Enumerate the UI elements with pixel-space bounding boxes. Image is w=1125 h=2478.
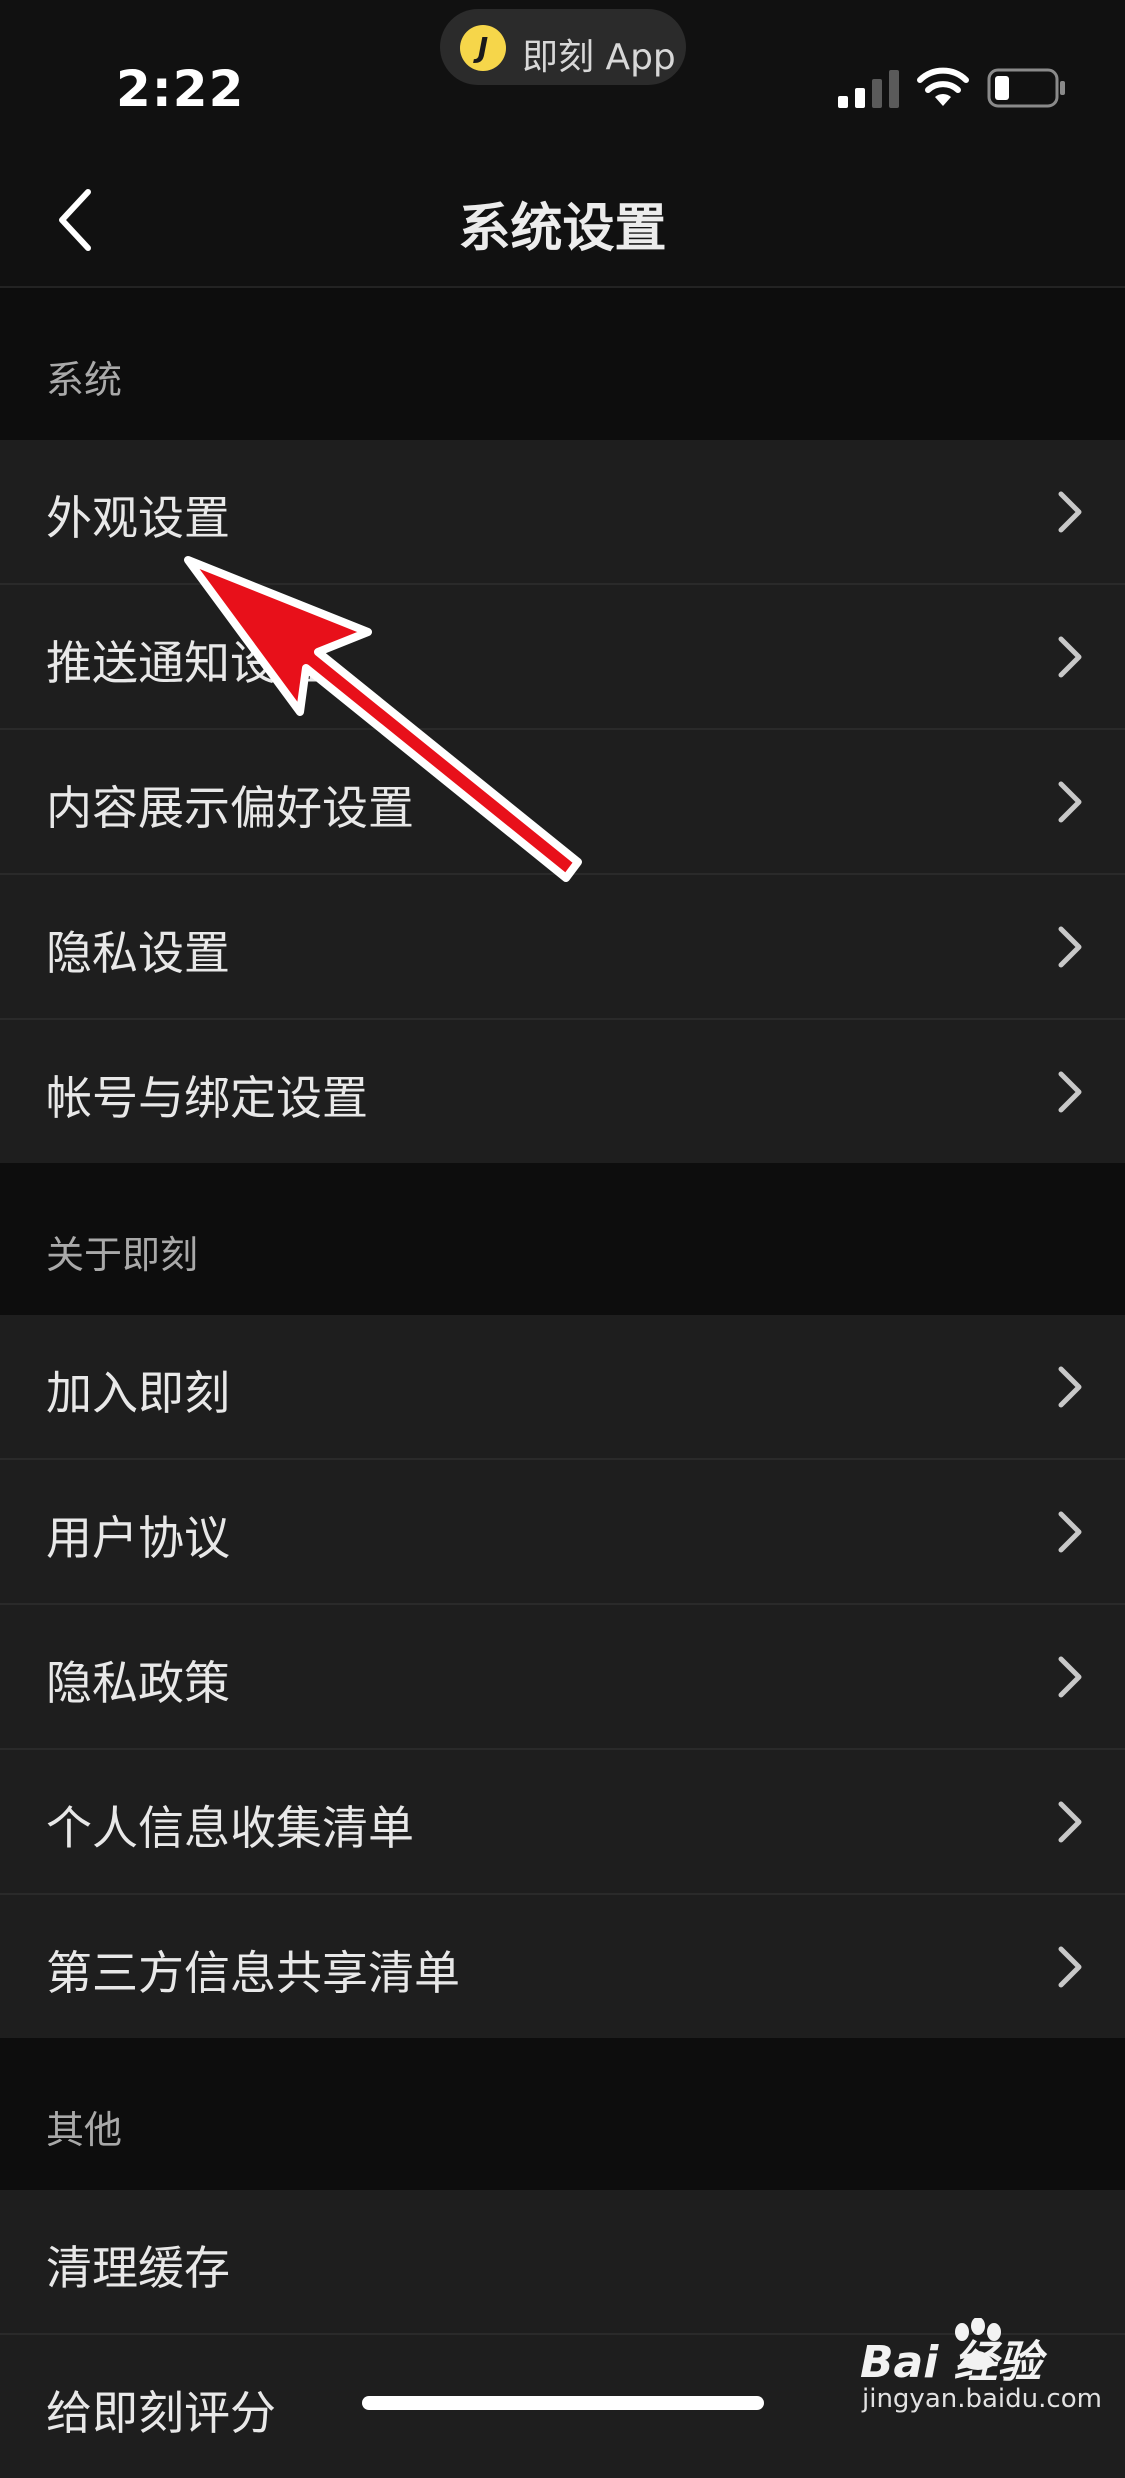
chevron-right-icon [1058, 926, 1082, 968]
section-header-label: 关于即刻 [46, 1233, 199, 1277]
row-personal-info-collection-list[interactable]: 个人信息收集清单 [0, 1750, 1125, 1895]
row-label: 帐号与绑定设置 [46, 1071, 368, 1125]
chevron-right-icon [1058, 491, 1082, 533]
chevron-right-icon [1058, 781, 1082, 823]
section-about: 加入即刻 用户协议 隐私政策 个人信息收集清单 第三方信息共享清单 [0, 1315, 1125, 2038]
chevron-right-icon [1058, 1366, 1082, 1408]
row-label: 隐私政策 [46, 1656, 230, 1710]
cellular-signal-icon [838, 70, 899, 108]
row-label: 加入即刻 [46, 1366, 230, 1420]
row-privacy-settings[interactable]: 隐私设置 [0, 875, 1125, 1020]
app-logo-icon: J [460, 25, 506, 71]
row-user-agreement[interactable]: 用户协议 [0, 1460, 1125, 1605]
status-bar: 2:22 J 即刻 App [0, 0, 1125, 150]
watermark-url: jingyan.baidu.com [862, 2384, 1102, 2414]
row-privacy-policy[interactable]: 隐私政策 [0, 1605, 1125, 1750]
section-system: 外观设置 推送通知设置 内容展示偏好设置 隐私设置 帐号与绑定设置 [0, 440, 1125, 1163]
app-pill[interactable]: J 即刻 App [440, 9, 686, 85]
row-appearance-settings[interactable]: 外观设置 [0, 440, 1125, 585]
baidu-jingyan-watermark: Bai 经验 jingyan.baidu.com [860, 2318, 1110, 2428]
chevron-right-icon [1058, 1946, 1082, 1988]
chevron-right-icon [1058, 636, 1082, 678]
home-indicator [362, 2396, 764, 2410]
row-label: 清理缓存 [46, 2241, 230, 2295]
status-time: 2:22 [116, 60, 245, 118]
row-label: 推送通知设置 [46, 636, 322, 690]
row-content-display-preferences[interactable]: 内容展示偏好设置 [0, 730, 1125, 875]
section-header-label: 系统 [46, 358, 123, 402]
section-header-about: 关于即刻 [0, 1163, 1125, 1315]
navigation-bar: 系统设置 [0, 150, 1125, 288]
row-label: 个人信息收集清单 [46, 1801, 414, 1855]
settings-list: 系统 外观设置 推送通知设置 内容展示偏好设置 隐私设置 帐号与绑定设置 关于即… [0, 288, 1125, 2478]
row-clear-cache[interactable]: 清理缓存 [0, 2190, 1125, 2335]
row-label: 隐私设置 [46, 926, 230, 980]
row-join-jike[interactable]: 加入即刻 [0, 1315, 1125, 1460]
section-header-other: 其他 [0, 2038, 1125, 2190]
row-label: 内容展示偏好设置 [46, 781, 414, 835]
row-label: 外观设置 [46, 491, 230, 545]
chevron-right-icon [1058, 1071, 1082, 1113]
row-push-notification-settings[interactable]: 推送通知设置 [0, 585, 1125, 730]
row-label: 用户协议 [46, 1511, 230, 1565]
row-label: 给即刻评分 [46, 2386, 276, 2440]
row-account-binding-settings[interactable]: 帐号与绑定设置 [0, 1020, 1125, 1163]
section-header-label: 其他 [46, 2108, 123, 2152]
page-title: 系统设置 [458, 199, 667, 259]
baidu-paw-icon [955, 2318, 1001, 2370]
row-label: 第三方信息共享清单 [46, 1946, 460, 2000]
chevron-right-icon [1058, 1801, 1082, 1843]
app-pill-label: 即刻 App [522, 37, 676, 78]
row-third-party-sharing-list[interactable]: 第三方信息共享清单 [0, 1895, 1125, 2038]
battery-icon [987, 68, 1065, 108]
section-header-system: 系统 [0, 288, 1125, 440]
chevron-right-icon [1058, 1511, 1082, 1553]
chevron-right-icon [1058, 1656, 1082, 1698]
wifi-icon [917, 67, 969, 106]
